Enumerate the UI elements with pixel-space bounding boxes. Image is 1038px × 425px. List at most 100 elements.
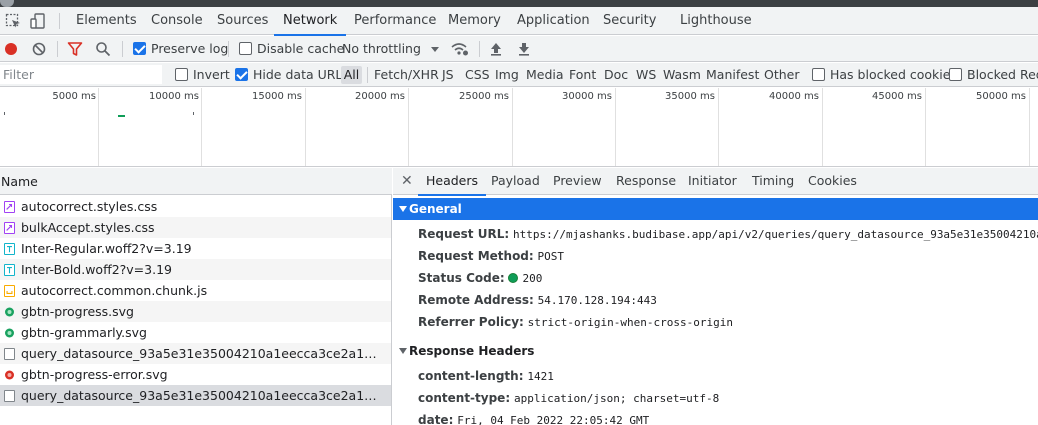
header-key: date:	[418, 413, 454, 425]
close-icon[interactable]: ✕	[401, 168, 413, 195]
invert-label[interactable]: Invert	[193, 63, 230, 87]
blocked-requests-checkbox[interactable]	[949, 68, 962, 81]
header-key: Status Code:	[418, 271, 505, 285]
tab-network[interactable]: Network	[273, 7, 347, 36]
font-file-icon	[4, 264, 15, 276]
type-filter-wasm[interactable]: Wasm	[663, 63, 701, 87]
general-section-header[interactable]: General	[393, 198, 1038, 220]
throttling-select[interactable]: No throttling	[342, 36, 421, 62]
request-row[interactable]: query_datasource_93a5e31e35004210a1eecca…	[0, 343, 391, 364]
tab-lighthouse[interactable]: Lighthouse	[680, 7, 752, 35]
tab-security[interactable]: Security	[603, 7, 656, 35]
device-toolbar-icon[interactable]	[30, 13, 46, 29]
tab-memory[interactable]: Memory	[448, 7, 501, 35]
response-headers-section-header[interactable]: Response Headers	[393, 340, 1038, 362]
inspect-element-icon[interactable]	[5, 13, 21, 29]
tab-separator	[59, 13, 60, 29]
request-row[interactable]: bulkAccept.styles.css	[0, 217, 391, 238]
preserve-log-label[interactable]: Preserve log	[151, 36, 228, 62]
request-name: Inter-Bold.woff2?v=3.19	[21, 262, 172, 277]
request-row[interactable]: gbtn-progress.svg	[0, 301, 391, 322]
type-filter-manifest[interactable]: Manifest	[706, 63, 759, 87]
tab-payload[interactable]: Payload	[491, 168, 540, 195]
tick-label: 15000 ms	[252, 91, 302, 102]
type-filter-all[interactable]: All	[341, 66, 362, 84]
request-name: Inter-Regular.woff2?v=3.19	[21, 241, 192, 256]
expand-triangle-icon	[399, 348, 407, 354]
timeline-overview[interactable]: 5000 ms 10000 ms 15000 ms 20000 ms 25000…	[0, 88, 1038, 167]
header-row-date: date: Fri, 04 Feb 2022 22:05:42 GMT	[418, 409, 1038, 425]
expand-triangle-icon	[399, 206, 407, 212]
window-tab-edge	[0, 0, 14, 7]
request-list: Name autocorrect.styles.css bulkAccept.s…	[0, 168, 392, 425]
disable-cache-checkbox[interactable]	[239, 42, 252, 55]
header-value: POST	[537, 250, 565, 263]
export-har-icon[interactable]	[516, 41, 532, 57]
request-row-selected[interactable]: query_datasource_93a5e31e35004210a1eecca…	[0, 385, 391, 406]
tab-headers[interactable]: Headers	[417, 168, 487, 196]
record-icon[interactable]	[3, 41, 19, 57]
tick-label: 45000 ms	[872, 91, 922, 102]
chevron-down-icon[interactable]	[427, 41, 443, 57]
tab-cookies[interactable]: Cookies	[808, 168, 857, 195]
request-name: gbtn-progress.svg	[21, 304, 134, 319]
clear-icon[interactable]	[31, 41, 47, 57]
type-filter-fetch-xhr[interactable]: Fetch/XHR	[374, 63, 439, 87]
response-headers-section-title: Response Headers	[409, 344, 535, 358]
tab-console[interactable]: Console	[151, 7, 203, 35]
header-row-content-length: content-length: 1421	[418, 365, 1038, 387]
header-value: strict-origin-when-cross-origin	[527, 316, 733, 329]
has-blocked-cookies-label[interactable]: Has blocked cookies	[830, 63, 957, 87]
search-icon[interactable]	[95, 41, 111, 57]
type-filter-media[interactable]: Media	[526, 63, 564, 87]
request-row[interactable]: Inter-Bold.woff2?v=3.19	[0, 259, 391, 280]
request-name: autocorrect.styles.css	[21, 199, 158, 214]
toolbar-separator	[57, 41, 58, 57]
request-row[interactable]: autocorrect.common.chunk.js	[0, 280, 391, 301]
type-filter-css[interactable]: CSS	[465, 63, 490, 87]
tab-preview[interactable]: Preview	[553, 168, 602, 195]
grid-line	[718, 88, 719, 166]
type-filter-font[interactable]: Font	[569, 63, 596, 87]
grid-line	[1029, 88, 1030, 166]
tab-elements[interactable]: Elements	[76, 7, 137, 35]
request-row[interactable]: Inter-Regular.woff2?v=3.19	[0, 238, 391, 259]
tab-sources[interactable]: Sources	[217, 7, 268, 35]
name-column-header[interactable]: Name	[0, 168, 392, 195]
has-blocked-cookies-checkbox[interactable]	[812, 68, 825, 81]
hide-data-urls-label[interactable]: Hide data URLs	[253, 63, 349, 87]
css-file-icon	[4, 222, 15, 234]
preserve-log-checkbox[interactable]	[133, 42, 146, 55]
type-filter-ws[interactable]: WS	[636, 63, 656, 87]
request-row[interactable]: autocorrect.styles.css	[0, 196, 391, 217]
grid-line	[305, 88, 306, 166]
hide-data-urls-checkbox[interactable]	[235, 68, 248, 81]
header-key: Request URL:	[418, 227, 510, 241]
import-har-icon[interactable]	[488, 41, 504, 57]
request-row[interactable]: gbtn-grammarly.svg	[0, 322, 391, 343]
details-tab-bar: ✕ Headers Payload Preview Response Initi…	[393, 168, 1038, 196]
blocked-requests-label[interactable]: Blocked Requ	[967, 63, 1038, 87]
header-key: content-type:	[418, 391, 511, 405]
type-filter-other[interactable]: Other	[764, 63, 800, 87]
type-filter-img[interactable]: Img	[495, 63, 519, 87]
filter-separator	[367, 67, 368, 83]
disable-cache-label[interactable]: Disable cache	[257, 36, 344, 62]
tab-performance[interactable]: Performance	[354, 7, 436, 35]
tab-initiator[interactable]: Initiator	[688, 168, 737, 195]
header-key: Remote Address:	[418, 293, 534, 307]
tab-response[interactable]: Response	[616, 168, 676, 195]
filter-input[interactable]: Filter	[0, 65, 162, 84]
grid-line	[408, 88, 409, 166]
request-row[interactable]: gbtn-progress-error.svg	[0, 364, 391, 385]
tab-application[interactable]: Application	[517, 7, 590, 35]
header-value: 1421	[527, 370, 554, 383]
request-details-panel: ✕ Headers Payload Preview Response Initi…	[393, 168, 1038, 425]
type-filter-doc[interactable]: Doc	[604, 63, 628, 87]
invert-checkbox[interactable]	[175, 68, 188, 81]
grid-line	[925, 88, 926, 166]
filter-icon[interactable]	[67, 41, 83, 57]
network-conditions-icon[interactable]	[451, 41, 469, 57]
type-filter-js[interactable]: JS	[442, 63, 454, 87]
tab-timing[interactable]: Timing	[752, 168, 794, 195]
